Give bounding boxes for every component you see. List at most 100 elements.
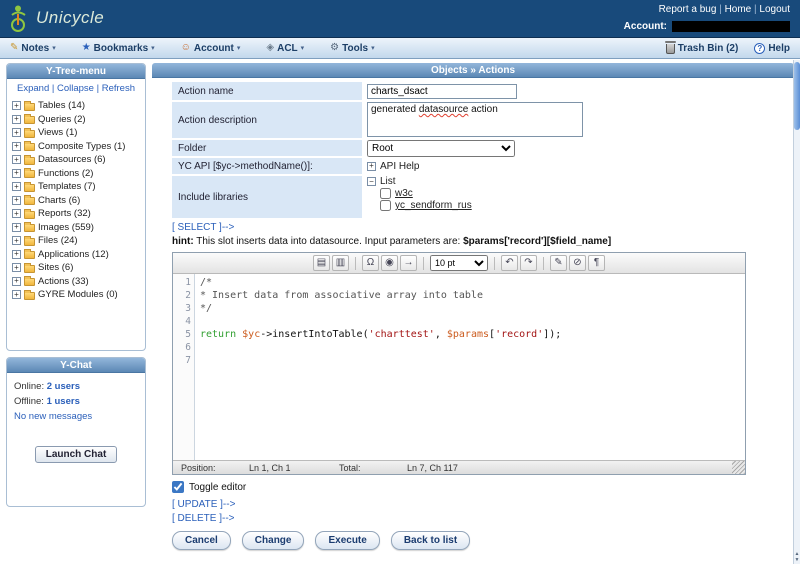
line-number: 4 (173, 315, 191, 328)
menu-bookmarks[interactable]: ★Bookmarks▾ (82, 43, 155, 54)
toggle-editor-checkbox[interactable] (172, 481, 184, 493)
breadcrumb: Objects » Actions (152, 63, 794, 78)
unicycle-logo-icon (8, 3, 32, 33)
api-help-expander-icon[interactable]: + (367, 162, 376, 171)
tree-item-views-1[interactable]: + Views (1) (12, 126, 145, 140)
tree-item-tables-14[interactable]: + Tables (14) (12, 99, 145, 113)
editor-line-numbers: 1234567 (173, 274, 195, 460)
scrollbar-thumb[interactable] (794, 62, 800, 130)
search-icon[interactable]: ◉ (381, 255, 398, 271)
back-to-list-button[interactable]: Back to list (391, 531, 470, 550)
logout-link[interactable]: Logout (759, 4, 790, 15)
tree-item-images-559[interactable]: +Images (559) (12, 221, 145, 235)
logo[interactable]: Unicycle (8, 3, 104, 33)
code-token: 'record' (495, 329, 543, 340)
expander-plus-icon[interactable]: + (12, 155, 21, 164)
tree-item-sites-6[interactable]: +Sites (6) (12, 261, 145, 275)
menubar: ✎Notes▾★Bookmarks▾☺Account▾◈ACL▾⚙Tools▾ … (0, 38, 800, 59)
menu-items: ✎Notes▾ ★Bookmarks▾ ☺Account▾ ◈ACL▾ ⚙Tools▾ (10, 43, 401, 54)
action-name-input[interactable] (367, 84, 517, 99)
tree-item-queries-2[interactable]: +Queries (2) (12, 113, 145, 127)
tree-item-charts-6[interactable]: +Charts (6) (12, 194, 145, 208)
chevron-down-icon: ▾ (301, 44, 305, 52)
redo-icon[interactable]: ↷ (520, 255, 537, 271)
word-wrap-icon[interactable]: ¶ (588, 255, 605, 271)
yc_sendform_rus-checkbox[interactable] (380, 200, 391, 211)
expander-plus-icon[interactable]: + (12, 169, 21, 178)
update-link[interactable]: [ UPDATE ]--> (172, 499, 794, 510)
cancel-button[interactable]: Cancel (172, 531, 231, 550)
menu-account[interactable]: ☺Account▾ (181, 43, 241, 54)
acl-icon: ◈ (266, 43, 274, 53)
select-link[interactable]: [ SELECT ]--> (172, 222, 794, 233)
go-to-line-icon[interactable]: → (400, 255, 417, 271)
account-icon: ☺ (181, 43, 191, 53)
line-number: 6 (173, 341, 191, 354)
folder-select[interactable]: Root (367, 140, 515, 157)
sidebar: Y-Tree-menu Expand | Collapse | Refresh … (6, 63, 146, 550)
expander-plus-icon[interactable]: + (12, 209, 21, 218)
change-button[interactable]: Change (242, 531, 305, 550)
tree-item-label: Views (1) (38, 127, 77, 138)
special-chars-icon[interactable]: Ω (362, 255, 379, 271)
tree-item-applications-12[interactable]: +Applications (12) (12, 248, 145, 262)
load-icon[interactable]: ▥ (332, 255, 349, 271)
api-help-link[interactable]: API Help (380, 161, 419, 172)
execute-button[interactable]: Execute (315, 531, 379, 550)
menu-acl[interactable]: ◈ACL▾ (266, 43, 304, 54)
expander-plus-icon[interactable]: + (12, 290, 21, 299)
page-scrollbar[interactable]: ▲ ▼ (793, 60, 800, 564)
expander-plus-icon[interactable]: + (12, 142, 21, 151)
tree-item-files-24[interactable]: +Files (24) (12, 234, 145, 248)
collapse-link[interactable]: Collapse (57, 83, 94, 94)
expander-plus-icon[interactable]: + (12, 250, 21, 259)
undo-icon[interactable]: ↶ (501, 255, 518, 271)
tree-item-reports-32[interactable]: +Reports (32) (12, 207, 145, 221)
tree-item-label: Tables (14) (38, 100, 85, 111)
delete-link[interactable]: [ DELETE ]--> (172, 513, 794, 524)
expander-plus-icon[interactable]: + (12, 115, 21, 124)
expander-plus-icon[interactable]: + (12, 277, 21, 286)
expander-plus-icon[interactable]: + (12, 236, 21, 245)
highlight-icon[interactable]: ✎ (550, 255, 567, 271)
code-token: $yc (242, 329, 260, 340)
tree-item-templates-7[interactable]: +Templates (7) (12, 180, 145, 194)
tree-item-composite-types-1[interactable]: +Composite Types (1) (12, 140, 145, 154)
folder-icon (24, 238, 35, 246)
resize-grip[interactable] (732, 461, 745, 474)
expander-plus-icon[interactable]: + (12, 196, 21, 205)
report-a-bug-link[interactable]: Report a bug (659, 4, 717, 15)
menu-tools[interactable]: ⚙Tools▾ (330, 43, 374, 54)
refresh-link[interactable]: Refresh (102, 83, 135, 94)
font-size-select[interactable]: 10 pt (430, 255, 488, 271)
tree-item-gyre-modules-0[interactable]: +GYRE Modules (0) (12, 288, 145, 302)
expander-plus-icon[interactable]: + (12, 263, 21, 272)
expander-plus-icon[interactable]: + (12, 128, 21, 137)
list-collapse-icon[interactable]: − (367, 177, 376, 186)
menu-acl-label: ACL (277, 43, 298, 54)
chat-online-label: Online: (14, 381, 44, 392)
action-description-field[interactable]: generated datasource action (367, 102, 583, 137)
bookmarks-icon: ★ (82, 43, 91, 53)
expander-plus-icon[interactable]: + (12, 223, 21, 232)
home-link[interactable]: Home (725, 4, 752, 15)
expand-link[interactable]: Expand (17, 83, 49, 94)
tree-item-datasources-6[interactable]: +Datasources (6) (12, 153, 145, 167)
trash-bin-button[interactable]: Trash Bin (2) (666, 42, 739, 54)
help-icon: ? (754, 43, 765, 54)
expander-plus-icon[interactable]: + (12, 182, 21, 191)
help-button[interactable]: ? Help (754, 43, 790, 54)
scroll-down-icon[interactable]: ▼ (795, 557, 800, 563)
menu-notes[interactable]: ✎Notes▾ (10, 43, 56, 54)
tree-item-functions-2[interactable]: +Functions (2) (12, 167, 145, 181)
editor-code-area[interactable]: /** Insert data from associative array i… (195, 274, 745, 460)
tree-item-actions-33[interactable]: +Actions (33) (12, 275, 145, 289)
w3c-checkbox[interactable] (380, 188, 391, 199)
line-number: 7 (173, 354, 191, 367)
save-icon[interactable]: ▤ (313, 255, 330, 271)
reset-highlight-icon[interactable]: ⊘ (569, 255, 586, 271)
account-label: Account: (624, 21, 667, 32)
expander-plus-icon[interactable]: + (12, 101, 21, 110)
toggle-editor-label: Toggle editor (189, 482, 246, 493)
launch-chat-button[interactable]: Launch Chat (35, 446, 118, 463)
